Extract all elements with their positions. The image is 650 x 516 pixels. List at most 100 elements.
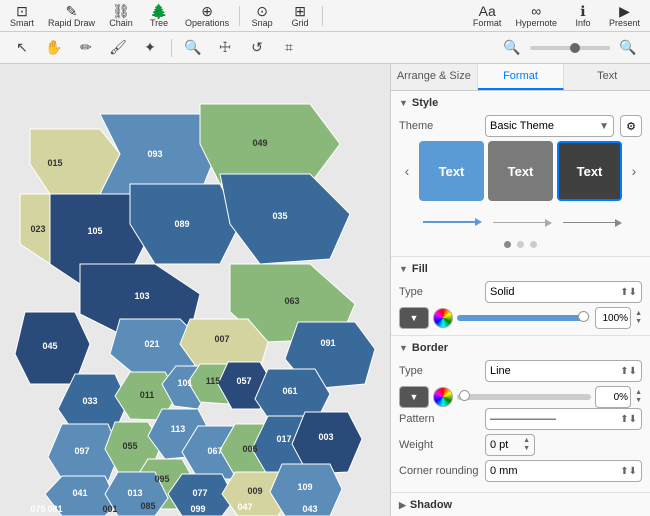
toolbar-smart-label: Smart <box>10 18 34 28</box>
shadow-section-header[interactable]: ▶ Shadow <box>399 499 642 511</box>
svg-text:063: 063 <box>284 296 299 306</box>
toolbar-present[interactable]: ▶ Present <box>603 2 646 30</box>
toolbar-rapid-draw[interactable]: ✎ Rapid Draw <box>42 2 101 30</box>
toolbar-chain[interactable]: ⛓ Chain <box>103 2 139 30</box>
theme-value: Basic Theme <box>490 120 554 132</box>
border-type-value: Line <box>490 365 511 377</box>
fill-color-dropdown[interactable]: ▼ <box>399 307 429 329</box>
pointer-tool[interactable]: ↖ <box>8 36 36 60</box>
svg-text:023: 023 <box>30 224 45 234</box>
region-049[interactable] <box>200 104 340 184</box>
svg-text:061: 061 <box>282 386 297 396</box>
svg-text:115: 115 <box>206 376 221 386</box>
toolbar-snap[interactable]: ⊙ Snap <box>244 2 280 30</box>
tab-format[interactable]: Format <box>478 64 565 90</box>
border-opacity-stepper[interactable]: ▲▼ <box>635 389 642 406</box>
fill-opacity-stepper[interactable]: ▲▼ <box>635 310 642 327</box>
style-card-1-label: Text <box>439 164 465 179</box>
toolbar-operations[interactable]: ⊕ Operations <box>179 2 235 30</box>
style-card-2[interactable]: Text <box>488 141 553 201</box>
border-section-label: Border <box>412 342 448 354</box>
snap-icon: ⊙ <box>256 4 268 18</box>
border-type-row: Type Line ⬆⬇ <box>399 360 642 382</box>
border-opacity-value[interactable]: 0% <box>595 386 631 408</box>
svg-text:015: 015 <box>47 158 62 168</box>
corner-rounding-select[interactable]: 0 mm ⬆⬇ <box>485 460 642 482</box>
theme-gear-btn[interactable]: ⚙ <box>620 115 642 137</box>
theme-select[interactable]: Basic Theme ▼ <box>485 115 614 137</box>
svg-text:067: 067 <box>207 446 222 456</box>
magic-tool[interactable]: ✦ <box>136 36 164 60</box>
hypernote-icon: ∞ <box>531 4 541 18</box>
tab-text[interactable]: Text <box>564 64 650 90</box>
svg-text:017: 017 <box>276 434 291 444</box>
pencil-tool[interactable]: ✏ <box>72 36 100 60</box>
style-prev-btn[interactable]: ‹ <box>399 141 415 201</box>
grid-icon: ⊞ <box>294 4 306 18</box>
operations-icon: ⊕ <box>201 4 213 18</box>
toolbar-rapid-draw-label: Rapid Draw <box>48 18 95 28</box>
border-weight-value: 0 pt <box>490 439 508 451</box>
fill-opacity-slider[interactable] <box>457 315 591 321</box>
rotate-tool[interactable]: ↺ <box>243 36 271 60</box>
border-type-select[interactable]: Line ⬆⬇ <box>485 360 642 382</box>
hand-tool[interactable]: ✋ <box>40 36 68 60</box>
zoom-slider[interactable] <box>530 46 610 50</box>
toolbar-snap-label: Snap <box>252 18 273 28</box>
tab-arrange-size[interactable]: Arrange & Size <box>391 64 478 90</box>
svg-text:103: 103 <box>134 291 149 301</box>
svg-text:101: 101 <box>177 378 192 388</box>
svg-text:113: 113 <box>171 424 186 434</box>
svg-text:005: 005 <box>242 444 257 454</box>
pan-tool[interactable]: ☩ <box>211 36 239 60</box>
svg-text:089: 089 <box>174 219 189 229</box>
svg-text:001: 001 <box>102 504 117 514</box>
border-section-header[interactable]: ▼ Border <box>399 342 642 354</box>
style-next-btn[interactable]: › <box>626 141 642 201</box>
toolbar-smart[interactable]: ⊡ Smart <box>4 2 40 30</box>
magnify-tool[interactable]: 🔍 <box>179 36 207 60</box>
style-triangle-icon: ▼ <box>399 98 408 108</box>
border-pattern-line: —————— <box>490 413 556 425</box>
toolbar-info[interactable]: ℹ Info <box>565 2 601 30</box>
zoom-out-btn[interactable]: 🔍 <box>498 36 526 60</box>
svg-text:045: 045 <box>42 341 57 351</box>
border-opacity-slider[interactable] <box>457 394 591 400</box>
svg-text:041: 041 <box>72 488 87 498</box>
style-cards-row: ‹ Text Text Text › <box>399 141 642 201</box>
info-icon: ℹ <box>580 4 585 18</box>
shadow-section: ▶ Shadow <box>391 493 650 516</box>
border-color-dropdown[interactable]: ▼ <box>399 386 429 408</box>
border-pattern-select[interactable]: —————— ⬆⬇ <box>485 408 642 430</box>
zoom-in-btn[interactable]: 🔍 <box>614 36 642 60</box>
style-section-header[interactable]: ▼ Style <box>399 97 642 109</box>
svg-text:055: 055 <box>122 441 137 451</box>
canvas-area[interactable]: 015 093 049 023 105 089 035 103 063 045 … <box>0 64 390 516</box>
toolbar-hypernote[interactable]: ∞ Hypernote <box>509 2 563 30</box>
border-section: ▼ Border Type Line ⬆⬇ ▼ 0% <box>391 336 650 493</box>
rapid-draw-icon: ✎ <box>66 4 78 18</box>
crop-tool[interactable]: ⌗ <box>275 36 303 60</box>
arrows-row <box>399 205 642 239</box>
border-color-row: ▼ 0% ▲▼ <box>399 386 642 408</box>
zoom-area: 🔍 🔍 <box>498 36 642 60</box>
fill-section-header[interactable]: ▼ Fill <box>399 263 642 275</box>
toolbar-format[interactable]: Aa Format <box>467 2 508 30</box>
svg-text:035: 035 <box>272 211 287 221</box>
fill-color-wheel[interactable] <box>433 308 453 328</box>
fill-opacity-value[interactable]: 100% <box>595 307 631 329</box>
shadow-triangle-icon: ▶ <box>399 500 406 511</box>
border-color-wheel[interactable] <box>433 387 453 407</box>
svg-text:097: 097 <box>74 446 89 456</box>
dot-2 <box>517 241 524 248</box>
brush-tool[interactable]: 🖌 <box>104 36 132 60</box>
style-card-3[interactable]: Text <box>557 141 622 201</box>
border-weight-label: Weight <box>399 439 479 451</box>
weight-stepper[interactable]: ▲▼ <box>523 437 530 454</box>
toolbar-tree[interactable]: 🌲 Tree <box>141 2 177 30</box>
fill-type-value: Solid <box>490 286 514 298</box>
border-weight-input[interactable]: 0 pt ▲▼ <box>485 434 535 456</box>
fill-type-select[interactable]: Solid ⬆⬇ <box>485 281 642 303</box>
style-card-1[interactable]: Text <box>419 141 484 201</box>
toolbar-grid[interactable]: ⊞ Grid <box>282 2 318 30</box>
